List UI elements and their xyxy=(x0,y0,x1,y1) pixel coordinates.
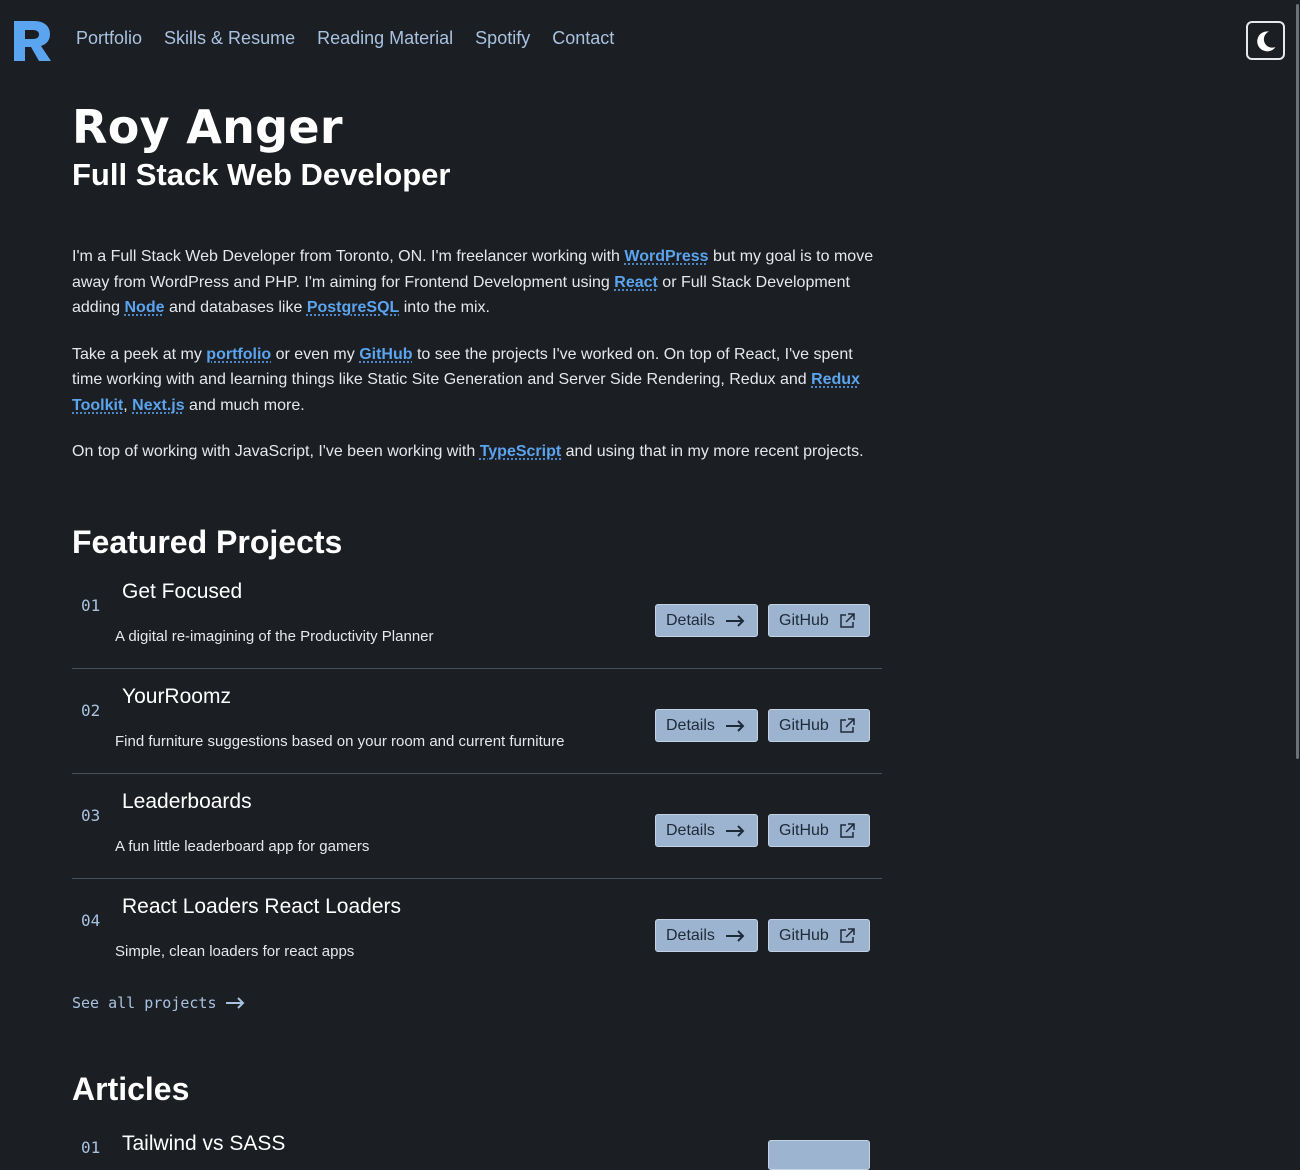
project-title: Leaderboards xyxy=(122,790,252,813)
arrow-right-icon xyxy=(725,719,745,732)
project-description: A fun little leaderboard app for gamers xyxy=(115,838,370,855)
github-button[interactable]: GitHub xyxy=(768,604,870,637)
details-button[interactable]: Details xyxy=(655,604,758,637)
project-description: Find furniture suggestions based on your… xyxy=(115,733,565,750)
github-button[interactable]: GitHub xyxy=(768,814,870,847)
nav-contact[interactable]: Contact xyxy=(552,28,614,49)
nav-skills-resume[interactable]: Skills & Resume xyxy=(164,28,295,49)
link-node[interactable]: Node xyxy=(125,299,165,316)
featured-projects-heading: Featured Projects xyxy=(72,524,343,560)
link-github[interactable]: GitHub xyxy=(359,346,412,363)
external-link-icon xyxy=(840,822,855,838)
project-number: 02 xyxy=(81,701,101,720)
site-header: Portfolio Skills & Resume Reading Materi… xyxy=(0,0,1294,80)
project-title: React Loaders React Loaders xyxy=(122,895,401,918)
github-button[interactable]: GitHub xyxy=(768,709,870,742)
arrow-right-icon xyxy=(725,824,745,837)
bio-paragraph-1: I'm a Full Stack Web Developer from Toro… xyxy=(72,248,874,316)
arrow-right-icon xyxy=(725,929,745,942)
link-postgresql[interactable]: PostgreSQL xyxy=(307,299,399,316)
articles-heading: Articles xyxy=(72,1071,190,1107)
page-scrollbar[interactable] xyxy=(1294,0,1300,1147)
moon-icon xyxy=(1256,30,1275,51)
link-nextjs[interactable]: Next.js xyxy=(132,397,184,414)
details-button[interactable]: Details xyxy=(655,709,758,742)
bio-paragraph-3: On top of working with JavaScript, I've … xyxy=(72,443,864,460)
arrow-right-icon xyxy=(225,997,244,1009)
link-react[interactable]: React xyxy=(614,274,658,291)
project-number: 03 xyxy=(81,806,101,825)
link-wordpress[interactable]: WordPress xyxy=(624,248,708,265)
article-item: 01 Tailwind vs SASS xyxy=(72,1128,882,1170)
project-number: 04 xyxy=(81,911,101,930)
article-title: Tailwind vs SASS xyxy=(122,1132,286,1155)
link-typescript[interactable]: TypeScript xyxy=(480,443,562,460)
bio-paragraph-2: Take a peek at my portfolio or even my G… xyxy=(72,345,860,414)
arrow-right-icon xyxy=(725,614,745,627)
link-portfolio[interactable]: portfolio xyxy=(206,346,271,363)
main-nav: Portfolio Skills & Resume Reading Materi… xyxy=(76,28,614,49)
page-title: Roy Anger xyxy=(72,100,343,154)
nav-spotify[interactable]: Spotify xyxy=(475,28,530,49)
external-link-icon xyxy=(840,717,855,733)
project-item: 03 Leaderboards A fun little leaderboard… xyxy=(72,774,882,879)
project-title: YourRoomz xyxy=(122,685,231,708)
site-logo[interactable] xyxy=(12,21,52,61)
external-link-icon xyxy=(840,612,855,628)
external-link-icon xyxy=(840,927,855,943)
details-button[interactable]: Details xyxy=(655,814,758,847)
github-button[interactable]: GitHub xyxy=(768,919,870,952)
article-button[interactable] xyxy=(768,1140,870,1170)
project-title: Get Focused xyxy=(122,580,243,603)
theme-toggle-button[interactable] xyxy=(1246,21,1285,60)
project-item: 04 React Loaders React Loaders Simple, c… xyxy=(72,879,882,984)
page-subtitle: Full Stack Web Developer xyxy=(72,157,451,192)
project-item: 02 YourRoomz Find furniture suggestions … xyxy=(72,669,882,774)
article-number: 01 xyxy=(81,1138,101,1157)
nav-portfolio[interactable]: Portfolio xyxy=(76,28,142,49)
project-item: 01 Get Focused A digital re-imagining of… xyxy=(72,564,882,669)
details-button[interactable]: Details xyxy=(655,919,758,952)
project-number: 01 xyxy=(81,596,101,615)
nav-reading-material[interactable]: Reading Material xyxy=(317,28,453,49)
see-all-projects-link[interactable]: See all projects xyxy=(72,994,245,1012)
project-description: Simple, clean loaders for react apps xyxy=(115,943,355,960)
bio: I'm a Full Stack Web Developer from Toro… xyxy=(72,244,882,486)
project-description: A digital re-imagining of the Productivi… xyxy=(115,628,434,645)
scrollbar-thumb[interactable] xyxy=(1296,4,1299,759)
